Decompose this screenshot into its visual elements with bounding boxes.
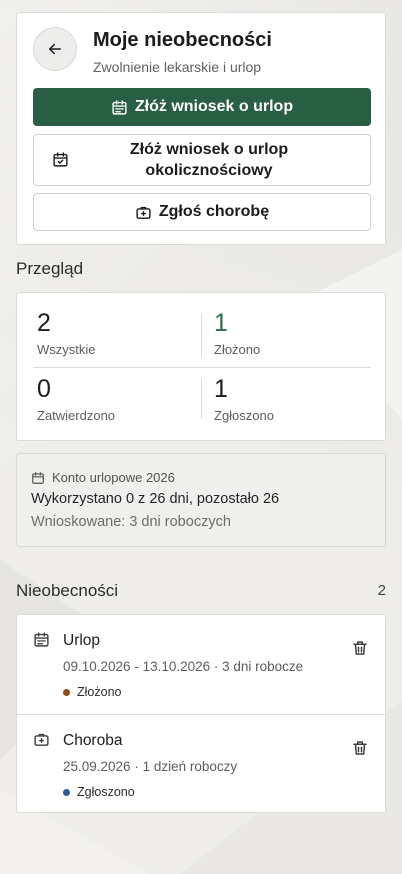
stat-all: 2 Wszystkie bbox=[37, 309, 207, 357]
list-item[interactable]: Urlop 09.10.2026 - 13.10.2026 · 3 dni ro… bbox=[17, 615, 385, 714]
overview-card: 2 Wszystkie 1 Złożono 0 Zatwierdzono 1 Z… bbox=[16, 292, 386, 441]
trash-icon[interactable] bbox=[351, 739, 369, 757]
arrow-left-icon bbox=[49, 43, 61, 55]
absence-type: Choroba bbox=[63, 732, 123, 749]
report-sickness-label: Zgłoś chorobę bbox=[158, 203, 270, 220]
calendar-check-icon bbox=[52, 151, 69, 168]
trash-icon[interactable] bbox=[351, 639, 369, 657]
calendar-icon bbox=[31, 471, 45, 485]
calendar-icon bbox=[111, 99, 128, 116]
divider bbox=[201, 313, 202, 357]
absences-count: 2 bbox=[377, 582, 386, 599]
status-dot bbox=[63, 788, 70, 796]
request-special-leave-label: Złóż wniosek o urlop okolicznościowy bbox=[129, 141, 289, 179]
stat-reported: 1 Zgłoszono bbox=[214, 375, 384, 423]
medical-kit-icon bbox=[33, 731, 50, 748]
status-label: Złożono bbox=[77, 685, 122, 699]
absence-dates: 09.10.2026 - 13.10.2026 · 3 dni robocze bbox=[63, 659, 304, 674]
medical-kit-icon bbox=[135, 204, 152, 221]
overview-heading: Przegląd bbox=[16, 259, 84, 278]
header-card: Moje nieobecności Zwolnienie lekarskie i… bbox=[16, 12, 386, 245]
absences-list: Urlop 09.10.2026 - 13.10.2026 · 3 dni ro… bbox=[16, 614, 386, 813]
stat-all-value: 2 bbox=[37, 309, 51, 337]
stat-reported-label: Zgłoszono bbox=[214, 408, 274, 423]
status-badge: Złożono bbox=[63, 685, 121, 699]
stat-approved-label: Zatwierdzono bbox=[37, 408, 116, 423]
back-button[interactable] bbox=[33, 27, 77, 71]
request-special-leave-button[interactable]: Złóż wniosek o urlop okolicznościowy bbox=[33, 134, 371, 186]
list-item[interactable]: Choroba 25.09.2026 · 1 dzień roboczy Zgł… bbox=[17, 714, 385, 813]
status-dot bbox=[63, 688, 70, 696]
status-badge: Zgłoszono bbox=[63, 785, 135, 799]
stat-submitted-label: Złożono bbox=[214, 342, 261, 357]
absence-dates: 25.09.2026 · 1 dzień roboczy bbox=[63, 759, 238, 774]
vacation-account-card: Konto urlopowe 2026 Wykorzystano 0 z 26 … bbox=[16, 453, 386, 547]
vacation-requested: Wnioskowane: 3 dni roboczych bbox=[31, 514, 231, 530]
vacation-usage: Wykorzystano 0 z 26 dni, pozostało 26 bbox=[31, 491, 280, 507]
absences-heading: Nieobecności bbox=[16, 581, 119, 600]
stat-submitted: 1 Złożono bbox=[214, 309, 384, 357]
divider bbox=[33, 367, 371, 368]
vacation-account-heading: Konto urlopowe 2026 bbox=[31, 470, 175, 485]
stat-approved: 0 Zatwierdzono bbox=[37, 375, 207, 423]
stat-all-label: Wszystkie bbox=[37, 342, 96, 357]
page-subtitle: Zwolnienie lekarskie i urlop bbox=[93, 59, 262, 75]
request-leave-label: Złóż wniosek o urlop bbox=[134, 98, 294, 115]
stat-reported-value: 1 bbox=[214, 375, 228, 403]
divider bbox=[201, 379, 202, 419]
request-leave-button[interactable]: Złóż wniosek o urlop bbox=[33, 88, 371, 126]
absence-type: Urlop bbox=[63, 632, 101, 649]
stat-submitted-value: 1 bbox=[214, 309, 228, 337]
vacation-account-title: Konto urlopowe 2026 bbox=[52, 470, 175, 485]
stat-approved-value: 0 bbox=[37, 375, 51, 403]
status-label: Zgłoszono bbox=[77, 785, 135, 799]
page-title: Moje nieobecności bbox=[93, 29, 272, 51]
calendar-icon bbox=[33, 631, 50, 648]
report-sickness-button[interactable]: Zgłoś chorobę bbox=[33, 193, 371, 231]
